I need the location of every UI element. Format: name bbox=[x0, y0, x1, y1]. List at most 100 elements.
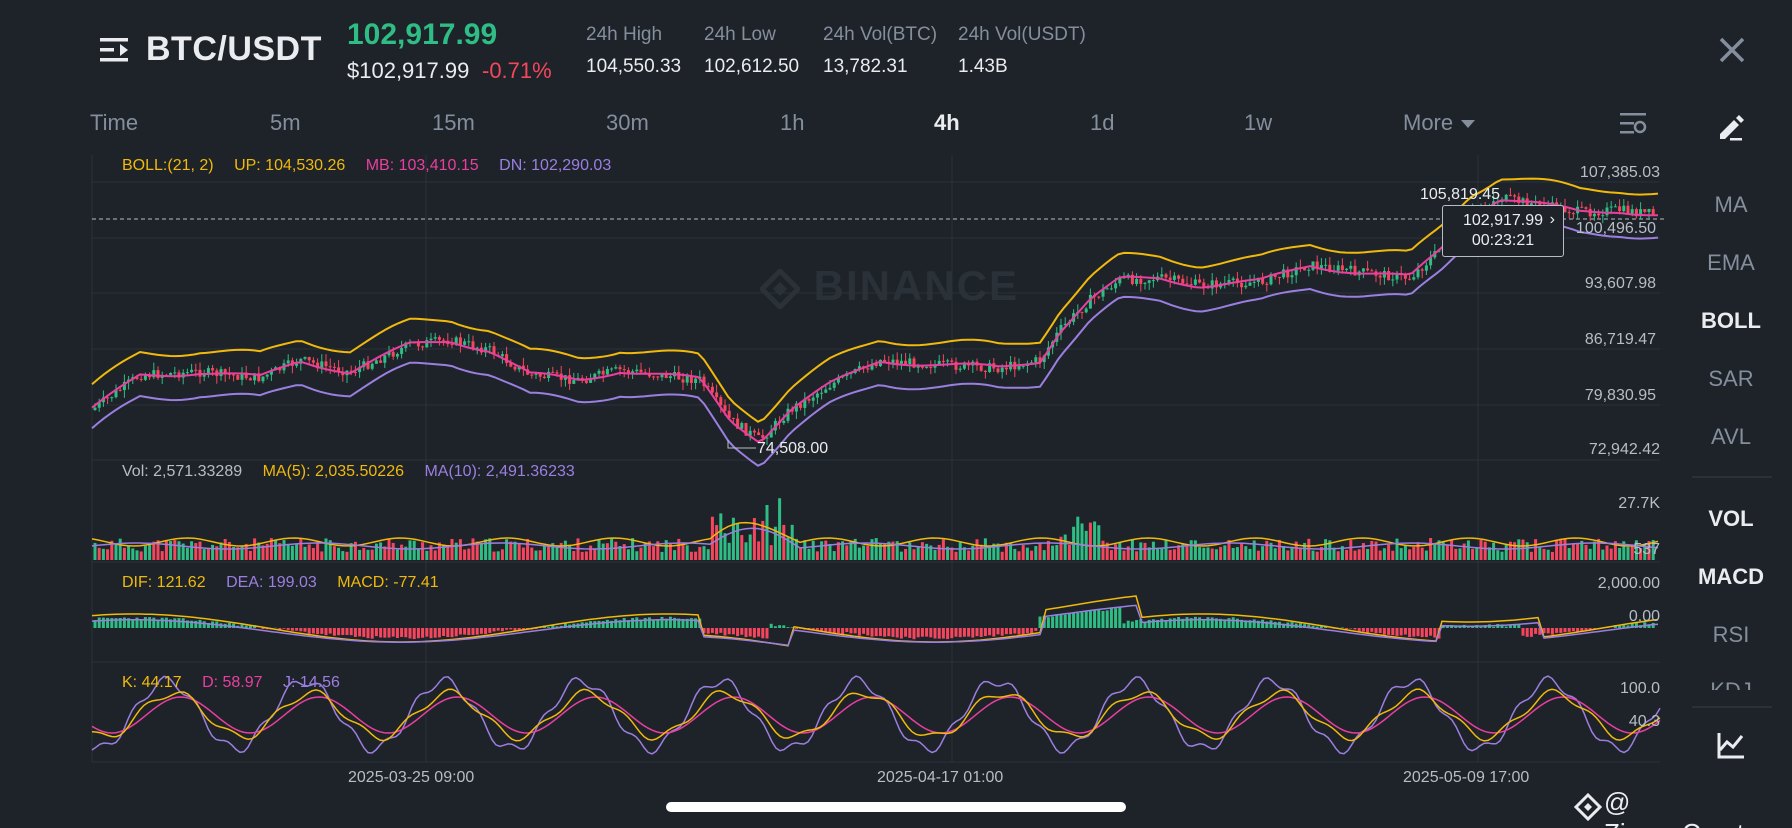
macd-bar bbox=[148, 617, 152, 628]
vol-ma5: MA(5): 2,035.50226 bbox=[262, 463, 404, 480]
macd-bar bbox=[870, 628, 874, 637]
macd-bar bbox=[1198, 617, 1202, 628]
indicator-avl[interactable]: AVL bbox=[1688, 424, 1774, 450]
macd-bar bbox=[164, 617, 168, 628]
candle-body bbox=[1571, 213, 1575, 215]
macd-bar bbox=[757, 628, 761, 637]
indicator-ma[interactable]: MA bbox=[1688, 192, 1774, 218]
volume-bar bbox=[1198, 547, 1202, 560]
volume-bar bbox=[307, 544, 311, 560]
macd-bar bbox=[97, 617, 101, 628]
macd-bar bbox=[458, 628, 462, 635]
volume-bar bbox=[794, 538, 798, 560]
candlestick-chart[interactable] bbox=[0, 0, 1792, 790]
macd-bar bbox=[106, 617, 110, 628]
volume-bar bbox=[614, 541, 618, 560]
macd-bar bbox=[1185, 617, 1189, 628]
volume-bar bbox=[311, 547, 315, 560]
candle-body bbox=[1378, 275, 1382, 278]
volume-bar bbox=[605, 543, 609, 560]
macd-bar bbox=[849, 628, 853, 634]
macd-bar bbox=[652, 619, 656, 628]
volume-bar bbox=[97, 547, 101, 560]
macd-bar bbox=[723, 628, 727, 636]
indicator-chart-icon[interactable] bbox=[1716, 730, 1746, 760]
volume-bar bbox=[1248, 548, 1252, 560]
candle-body bbox=[1508, 194, 1512, 196]
macd-bar bbox=[307, 628, 311, 634]
volume-bar bbox=[778, 498, 782, 560]
macd-bar bbox=[1088, 610, 1092, 628]
candle-body bbox=[1105, 288, 1109, 290]
candle-body bbox=[740, 423, 744, 429]
candle-body bbox=[416, 342, 420, 347]
candle-body bbox=[618, 367, 622, 370]
macd-bar bbox=[500, 628, 504, 632]
candle-body bbox=[937, 360, 941, 365]
candle-body bbox=[668, 376, 672, 379]
candle-body bbox=[551, 371, 555, 373]
volume-bar bbox=[148, 543, 152, 560]
volume-bar bbox=[820, 541, 824, 560]
candle-body bbox=[295, 363, 299, 366]
candle-body bbox=[1244, 285, 1248, 288]
volume-bar bbox=[715, 525, 719, 560]
candle-body bbox=[1584, 207, 1588, 209]
candle-body bbox=[1311, 261, 1315, 270]
indicator-kdj[interactable]: KDJ bbox=[1688, 678, 1774, 690]
volume-bar bbox=[1034, 546, 1038, 560]
candle-body bbox=[652, 376, 656, 378]
indicator-boll[interactable]: BOLL bbox=[1688, 308, 1774, 334]
macd-bar bbox=[1051, 616, 1055, 628]
volume-bar bbox=[1471, 548, 1475, 560]
candle-body bbox=[1336, 265, 1340, 271]
volume-bar bbox=[811, 540, 815, 560]
indicator-vol[interactable]: VOL bbox=[1688, 506, 1774, 532]
candle-body bbox=[261, 376, 265, 382]
candle-body bbox=[1109, 288, 1113, 290]
macd-bar bbox=[345, 628, 349, 635]
candle-body bbox=[572, 380, 576, 384]
macd-bar bbox=[101, 617, 105, 628]
candle-body bbox=[328, 366, 332, 368]
volume-bar bbox=[500, 549, 504, 560]
macd-bar bbox=[547, 627, 551, 628]
macd-bar bbox=[1210, 617, 1214, 628]
macd-bar bbox=[1387, 628, 1391, 635]
macd-bar bbox=[1534, 628, 1538, 634]
volume-bar bbox=[479, 543, 483, 560]
volume-bar bbox=[194, 543, 198, 560]
candle-body bbox=[1021, 365, 1025, 367]
macd-bar bbox=[731, 628, 735, 635]
volume-bar bbox=[517, 544, 521, 560]
indicator-sar[interactable]: SAR bbox=[1688, 366, 1774, 392]
volume-bar bbox=[610, 538, 614, 560]
candle-body bbox=[433, 337, 437, 339]
macd-bar bbox=[841, 628, 845, 635]
macd-bar bbox=[1361, 628, 1365, 632]
volume-bar bbox=[1332, 547, 1336, 560]
candle-body bbox=[1084, 308, 1088, 313]
volume-bar bbox=[979, 544, 983, 560]
candle-body bbox=[1147, 280, 1151, 283]
candle-body bbox=[1361, 268, 1365, 272]
macd-bar bbox=[883, 628, 887, 637]
indicator-rsi[interactable]: RSI bbox=[1688, 622, 1774, 648]
indicator-ema[interactable]: EMA bbox=[1688, 250, 1774, 276]
macd-bar bbox=[832, 628, 836, 634]
indicator-macd[interactable]: MACD bbox=[1688, 564, 1774, 590]
volume-bar bbox=[782, 524, 786, 560]
current-price-tooltip[interactable]: 102,917.99 00:23:21 › bbox=[1442, 205, 1564, 257]
volume-bar bbox=[509, 541, 513, 560]
volume-bar bbox=[1114, 544, 1118, 560]
candle-body bbox=[202, 374, 206, 377]
macd-bar bbox=[400, 628, 404, 637]
candle-body bbox=[1366, 268, 1370, 271]
volume-bar bbox=[446, 546, 450, 560]
macd-bar bbox=[286, 628, 290, 630]
tooltip-countdown: 00:23:21 bbox=[1471, 232, 1535, 249]
candle-body bbox=[1601, 215, 1605, 217]
macd-bar bbox=[971, 628, 975, 638]
y-tick-price: 93,607.98 bbox=[1584, 275, 1656, 292]
macd-bar bbox=[488, 628, 492, 633]
